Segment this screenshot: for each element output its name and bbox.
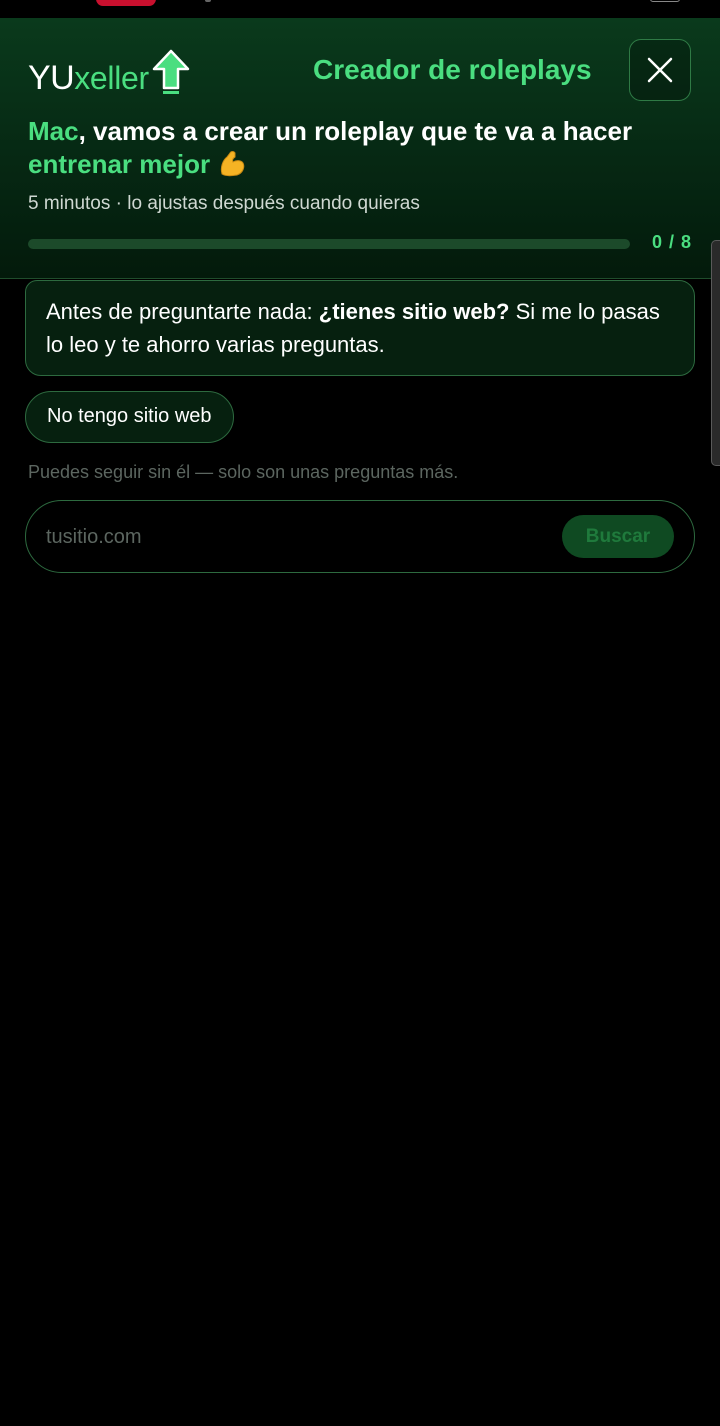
website-search-box: Buscar [25,500,695,573]
up-arrow-icon [152,49,190,94]
status-icon [205,0,211,2]
recording-indicator [96,0,156,6]
progress-label: 0 / 8 [651,232,692,252]
hint-text: Puedes seguir sin él — solo son unas pre… [28,462,459,482]
page-title: Creador de roleplays [313,54,592,85]
headline: Mac, vamos a crear un roleplay que te va… [28,115,688,181]
progress-bar [28,239,630,249]
flexed-biceps-icon [221,151,245,177]
brand-logo-part2: xeller [74,60,149,96]
message-text: Antes de preguntarte nada: [46,299,319,324]
assistant-message: Antes de preguntarte nada: ¿tienes sitio… [25,280,695,376]
no-website-button[interactable]: No tengo sitio web [25,391,234,443]
search-button[interactable]: Buscar [562,515,674,558]
message-bold: ¿tienes sitio web? [318,299,510,324]
battery-icon [650,0,680,2]
headline-highlight: entrenar mejor [28,149,211,179]
scrollbar[interactable] [711,240,720,466]
close-icon [647,57,673,83]
subtitle: 5 minutos · lo ajustas después cuando qu… [28,193,420,214]
brand-logo: YU xeller [28,48,191,98]
close-button[interactable] [629,39,691,101]
website-input[interactable] [46,519,546,555]
header: YU xeller Creador de roleplays Mac, vamo… [0,18,720,279]
screen: YU xeller Creador de roleplays Mac, vamo… [0,0,720,1426]
status-bar [0,0,720,18]
headline-text: , vamos a crear un roleplay que te va a … [78,116,633,146]
brand-logo-part1: YU [28,59,75,97]
headline-name: Mac [28,116,79,146]
